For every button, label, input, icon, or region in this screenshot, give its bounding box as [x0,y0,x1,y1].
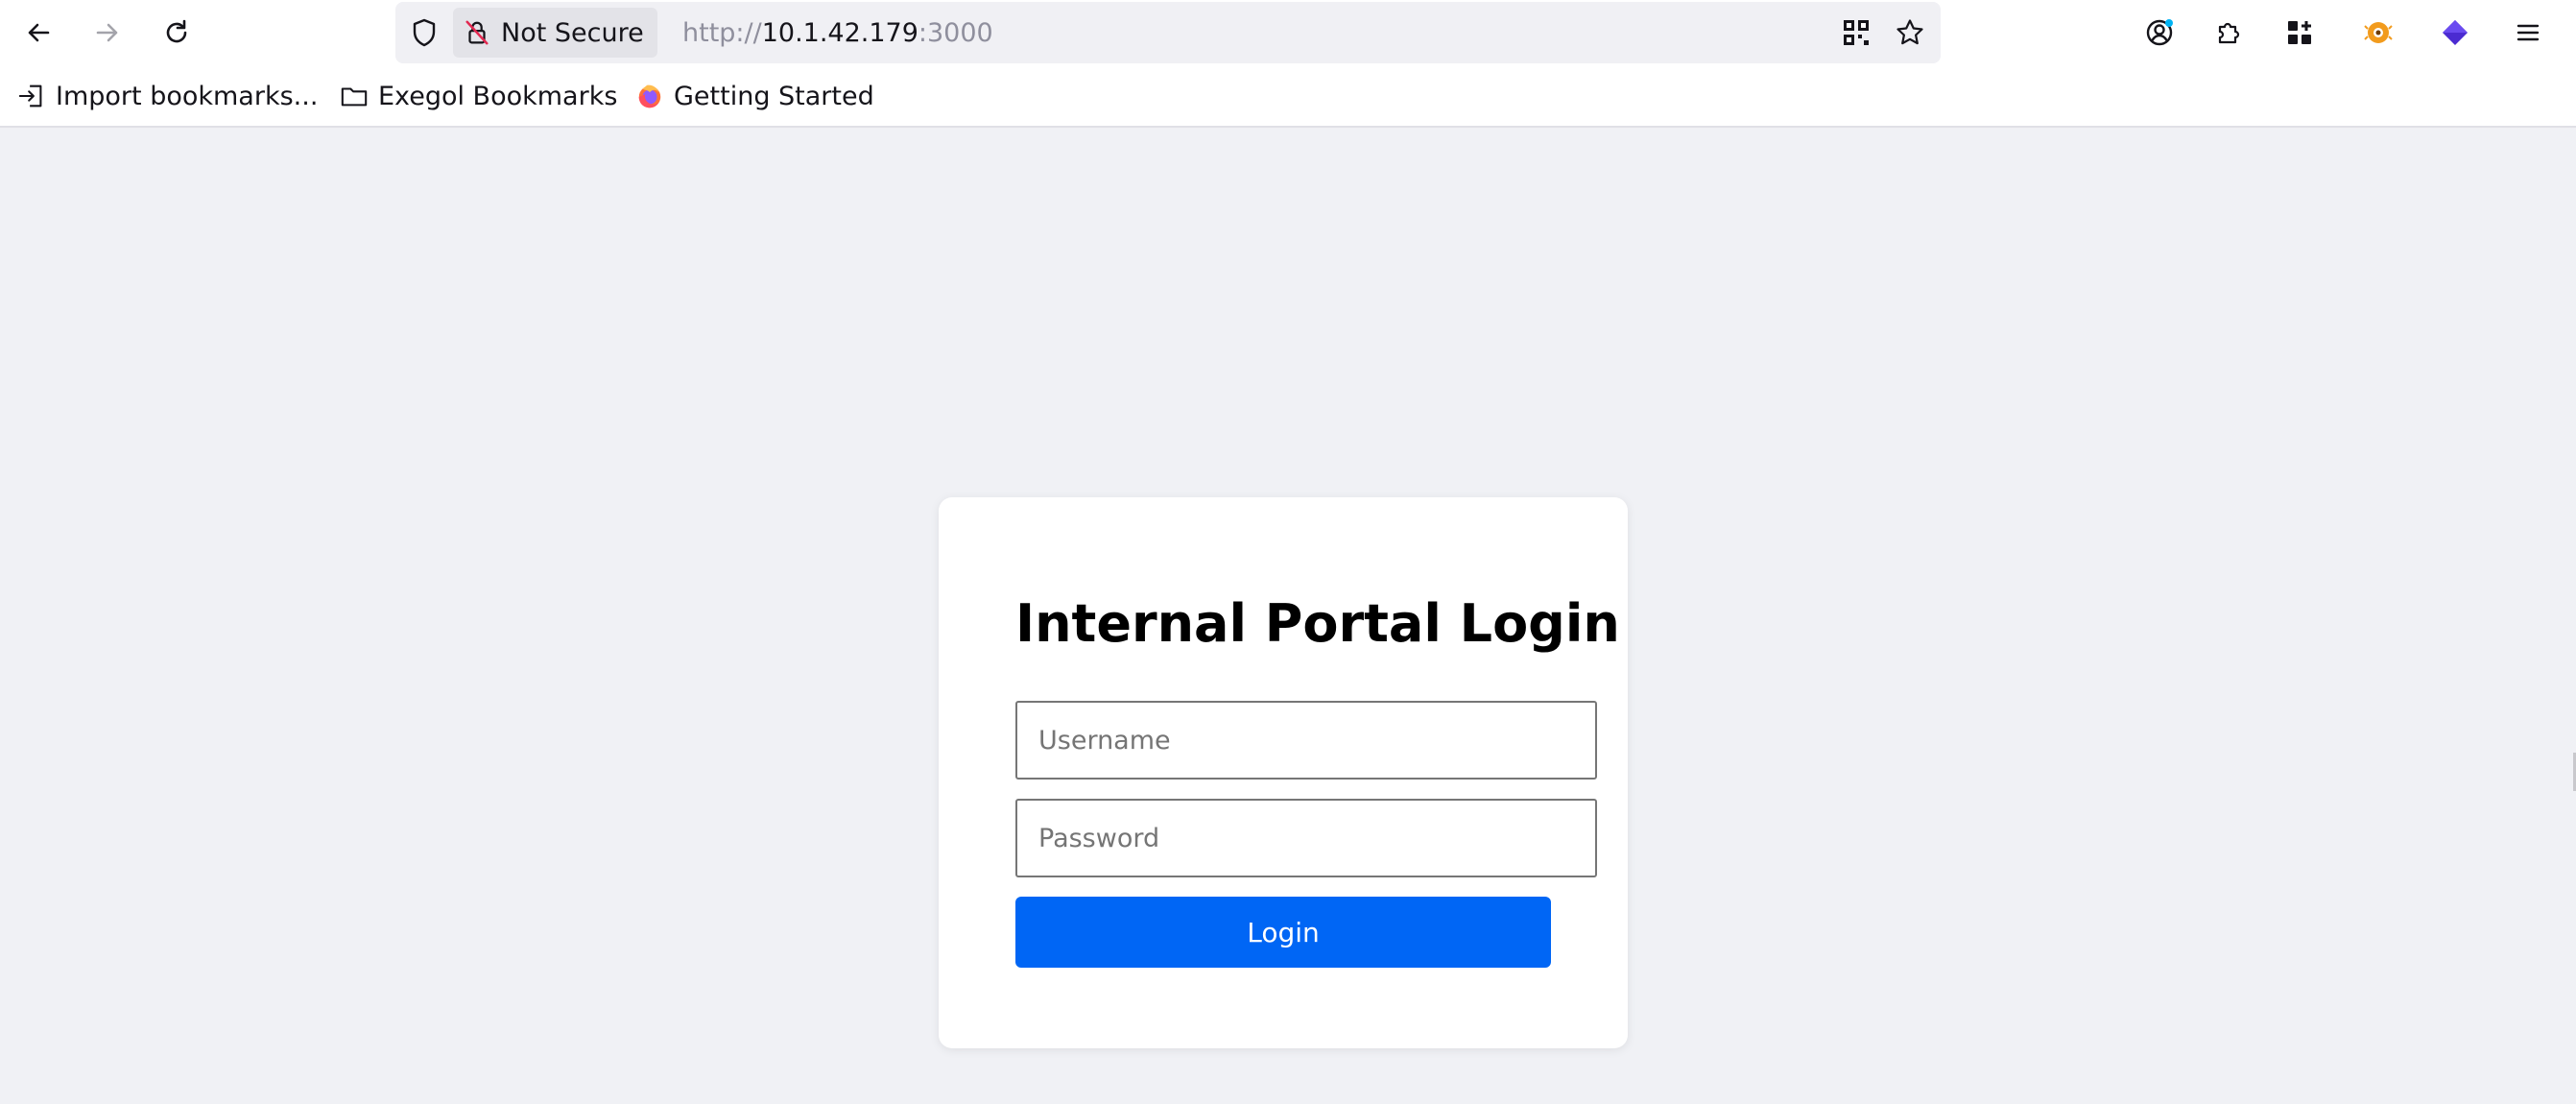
bookmark-getting-started-label: Getting Started [674,81,874,111]
url-bar[interactable]: Not Secure http://10.1.42.179:3000 [395,2,1941,63]
hamburger-menu-icon [2516,24,2540,41]
bookmark-getting-started[interactable]: Getting Started [630,75,880,117]
shield-icon [413,18,436,47]
security-label: Not Secure [501,17,644,48]
login-card: Internal Portal Login Login [939,497,1628,1048]
bookmark-import-label: Import bookmarks... [56,81,319,111]
bookmark-exegol-folder[interactable]: Exegol Bookmarks [334,75,623,117]
navigation-toolbar: Not Secure http://10.1.42.179:3000 [0,0,2576,65]
login-title: Internal Portal Login [1015,593,1620,654]
account-icon [2146,19,2173,46]
qr-code-button[interactable] [1837,13,1875,52]
extension-orange-button[interactable] [2355,10,2401,56]
password-input[interactable] [1015,799,1597,877]
forward-button[interactable] [84,10,131,56]
qr-code-icon [1844,20,1869,45]
reload-button[interactable] [154,10,200,56]
purple-extension-icon [2443,20,2468,45]
bookmark-import[interactable]: Import bookmarks... [12,75,323,117]
url-text[interactable]: http://10.1.42.179:3000 [682,2,993,63]
app-menu-button[interactable] [2505,10,2551,56]
bookmark-star-button[interactable] [1891,13,1929,52]
bookmarks-toolbar: Import bookmarks... Exegol Bookmarks Get… [0,65,2576,127]
tracking-protection-button[interactable] [407,15,441,50]
back-arrow-icon [28,23,50,42]
extensions-button[interactable] [2206,10,2252,56]
url-scheme: http:// [682,17,762,48]
insecure-lock-icon [465,20,489,45]
page-content: Internal Portal Login Login [0,129,2576,1104]
import-icon [18,84,42,108]
site-security-indicator[interactable]: Not Secure [453,8,657,58]
url-port: :3000 [918,17,993,48]
orange-extension-icon [2364,22,2393,43]
url-host: 10.1.42.179 [761,17,918,48]
back-button[interactable] [15,10,61,56]
login-button[interactable]: Login [1015,897,1551,968]
bookmark-exegol-label: Exegol Bookmarks [378,81,618,111]
extension-purple-button[interactable] [2432,10,2478,56]
username-input[interactable] [1015,701,1597,780]
reload-icon [166,19,187,43]
firefox-icon [638,84,661,108]
apps-button[interactable] [2277,10,2323,56]
browser-chrome: Not Secure http://10.1.42.179:3000 Impo… [0,0,2576,128]
apps-grid-icon [2288,21,2311,44]
star-icon [1896,19,1923,45]
forward-arrow-icon [96,23,118,42]
puzzle-icon [2218,22,2240,44]
folder-icon [341,87,368,107]
account-button[interactable] [2136,10,2182,56]
